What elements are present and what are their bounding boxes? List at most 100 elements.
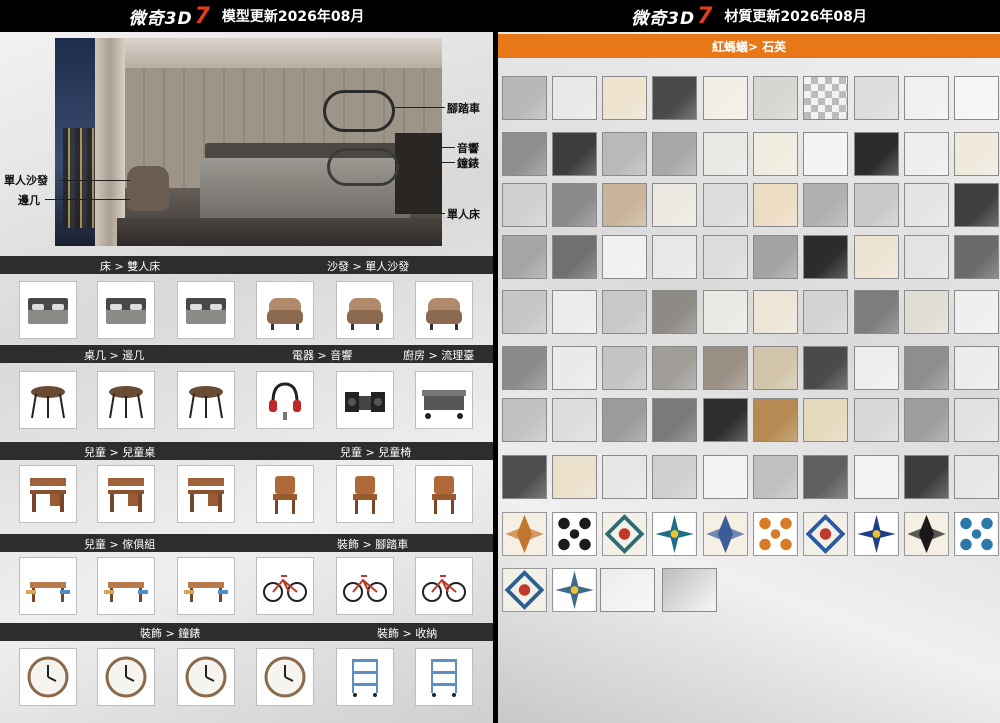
material-tile[interactable] bbox=[502, 76, 547, 120]
material-tile[interactable] bbox=[954, 76, 999, 120]
material-tile[interactable] bbox=[652, 235, 697, 279]
material-tile[interactable] bbox=[552, 235, 597, 279]
model-thumbnail[interactable] bbox=[415, 465, 473, 523]
pattern-tile[interactable] bbox=[552, 568, 597, 612]
material-tile[interactable] bbox=[854, 398, 899, 442]
material-tile[interactable] bbox=[703, 235, 748, 279]
material-tile[interactable] bbox=[803, 76, 848, 120]
material-tile[interactable] bbox=[552, 398, 597, 442]
material-tile[interactable] bbox=[552, 455, 597, 499]
material-tile[interactable] bbox=[904, 235, 949, 279]
material-tile[interactable] bbox=[954, 455, 999, 499]
material-tile[interactable] bbox=[703, 290, 748, 334]
material-tile[interactable] bbox=[552, 290, 597, 334]
model-thumbnail[interactable] bbox=[19, 557, 77, 615]
material-tile[interactable] bbox=[904, 455, 949, 499]
model-thumbnail[interactable] bbox=[336, 371, 394, 429]
material-tile[interactable] bbox=[904, 183, 949, 227]
material-tile[interactable] bbox=[753, 76, 798, 120]
model-thumbnail[interactable] bbox=[177, 557, 235, 615]
model-thumbnail[interactable] bbox=[97, 648, 155, 706]
material-tile[interactable] bbox=[703, 76, 748, 120]
material-tile[interactable] bbox=[703, 183, 748, 227]
material-tile[interactable] bbox=[703, 398, 748, 442]
material-tile[interactable] bbox=[954, 235, 999, 279]
model-thumbnail[interactable] bbox=[336, 557, 394, 615]
material-tile[interactable] bbox=[803, 398, 848, 442]
model-thumbnail[interactable] bbox=[97, 465, 155, 523]
material-tile[interactable] bbox=[904, 76, 949, 120]
material-tile[interactable] bbox=[602, 235, 647, 279]
material-tile[interactable] bbox=[602, 455, 647, 499]
model-thumbnail[interactable] bbox=[336, 465, 394, 523]
material-tile[interactable] bbox=[502, 398, 547, 442]
material-tile[interactable] bbox=[954, 183, 999, 227]
material-tile[interactable] bbox=[502, 235, 547, 279]
material-tile[interactable] bbox=[652, 183, 697, 227]
material-tile[interactable] bbox=[854, 132, 899, 176]
material-tile[interactable] bbox=[803, 132, 848, 176]
pattern-tile[interactable] bbox=[753, 512, 798, 556]
material-tile[interactable] bbox=[904, 290, 949, 334]
material-tile[interactable] bbox=[602, 290, 647, 334]
material-tile[interactable] bbox=[854, 455, 899, 499]
material-tile[interactable] bbox=[502, 346, 547, 390]
material-tile[interactable] bbox=[552, 346, 597, 390]
pattern-tile[interactable] bbox=[703, 512, 748, 556]
pattern-tile[interactable] bbox=[552, 512, 597, 556]
model-thumbnail[interactable] bbox=[19, 371, 77, 429]
material-tile[interactable] bbox=[502, 183, 547, 227]
material-tile[interactable] bbox=[753, 398, 798, 442]
material-tile[interactable] bbox=[904, 346, 949, 390]
material-tile[interactable] bbox=[652, 346, 697, 390]
model-thumbnail[interactable] bbox=[256, 281, 314, 339]
material-tile[interactable] bbox=[753, 235, 798, 279]
material-tile[interactable] bbox=[753, 183, 798, 227]
material-tile[interactable] bbox=[502, 290, 547, 334]
material-tile[interactable] bbox=[803, 346, 848, 390]
material-tile[interactable] bbox=[854, 290, 899, 334]
model-thumbnail[interactable] bbox=[177, 281, 235, 339]
material-tile[interactable] bbox=[753, 346, 798, 390]
material-tile[interactable] bbox=[904, 132, 949, 176]
material-tile[interactable] bbox=[803, 290, 848, 334]
material-tile[interactable] bbox=[502, 455, 547, 499]
model-thumbnail[interactable] bbox=[336, 648, 394, 706]
material-tile[interactable] bbox=[703, 132, 748, 176]
material-tile[interactable] bbox=[602, 398, 647, 442]
model-thumbnail[interactable] bbox=[256, 557, 314, 615]
model-thumbnail[interactable] bbox=[415, 648, 473, 706]
pattern-tile[interactable] bbox=[652, 512, 697, 556]
pattern-tile[interactable] bbox=[803, 512, 848, 556]
pattern-tile[interactable] bbox=[954, 512, 999, 556]
model-thumbnail[interactable] bbox=[256, 648, 314, 706]
material-tile[interactable] bbox=[652, 290, 697, 334]
model-thumbnail[interactable] bbox=[415, 371, 473, 429]
material-tile[interactable] bbox=[552, 183, 597, 227]
model-thumbnail[interactable] bbox=[97, 281, 155, 339]
material-tile[interactable] bbox=[753, 290, 798, 334]
pattern-tile[interactable] bbox=[502, 568, 547, 612]
material-tile[interactable] bbox=[602, 346, 647, 390]
model-thumbnail[interactable] bbox=[415, 557, 473, 615]
material-tile[interactable] bbox=[703, 455, 748, 499]
material-tile-wide[interactable] bbox=[600, 568, 655, 612]
material-tile[interactable] bbox=[652, 132, 697, 176]
model-thumbnail[interactable] bbox=[177, 465, 235, 523]
material-tile[interactable] bbox=[652, 76, 697, 120]
pattern-tile[interactable] bbox=[502, 512, 547, 556]
material-tile[interactable] bbox=[803, 183, 848, 227]
model-thumbnail[interactable] bbox=[177, 371, 235, 429]
material-tile[interactable] bbox=[552, 76, 597, 120]
pattern-tile[interactable] bbox=[854, 512, 899, 556]
material-tile[interactable] bbox=[803, 235, 848, 279]
material-tile[interactable] bbox=[552, 132, 597, 176]
material-tile[interactable] bbox=[954, 398, 999, 442]
material-tile[interactable] bbox=[602, 76, 647, 120]
model-thumbnail[interactable] bbox=[19, 281, 77, 339]
pattern-tile[interactable] bbox=[602, 512, 647, 556]
material-tile[interactable] bbox=[652, 398, 697, 442]
material-tile[interactable] bbox=[854, 76, 899, 120]
material-tile[interactable] bbox=[854, 235, 899, 279]
material-tile-wide[interactable] bbox=[662, 568, 717, 612]
